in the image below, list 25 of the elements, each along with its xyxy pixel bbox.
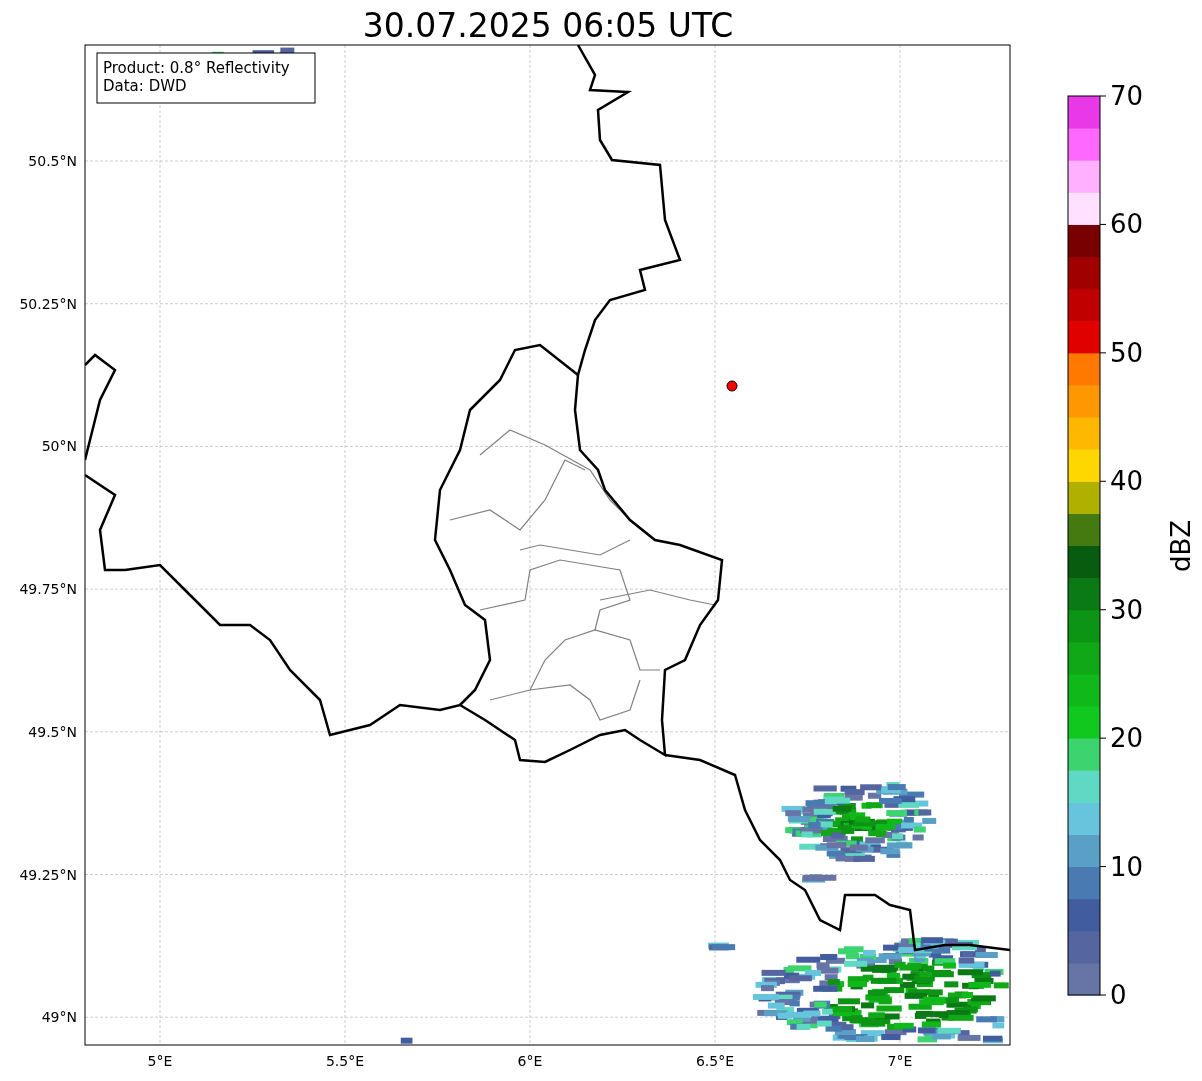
colorbar-tick-label: 0 (1110, 980, 1127, 1010)
colorbar-label: dBZ (1166, 519, 1196, 573)
colorbar-tick-label: 70 (1110, 81, 1144, 111)
axis-tick-label: 5.5°E (325, 1053, 365, 1069)
station-marker-icon (726, 380, 738, 392)
axis-tick-label: 50°N (41, 438, 77, 455)
legend-text: Data: DWD (103, 77, 187, 95)
axis-tick-label: 6°E (517, 1053, 543, 1069)
axis-tick-label: 7°E (887, 1053, 913, 1069)
axis-tick-label: 5°E (147, 1053, 173, 1069)
colorbar-tick-label: 30 (1110, 594, 1144, 625)
colorbar-tick-label: 50 (1110, 337, 1144, 368)
axis-tick-label: 49.5°N (28, 723, 77, 740)
colorbar-tick-label: 20 (1110, 723, 1144, 754)
axis-tick-label: 50.25°N (19, 295, 77, 312)
colorbar-tick-label: 40 (1110, 466, 1144, 497)
colorbar-tick-label: 10 (1110, 851, 1144, 882)
axis-tick-label: 49.25°N (19, 866, 77, 883)
axis-tick-label: 50.5°N (28, 153, 77, 169)
legend-text: Product: 0.8° Reflectivity (103, 59, 290, 77)
axis-tick-label: 6.5°E (695, 1053, 735, 1069)
axis-tick-label: 49.75°N (19, 581, 77, 598)
chart-title: 30.07.2025 06:05 UTC (362, 6, 734, 45)
colorbar-tick-label: 60 (1110, 209, 1144, 240)
axis-tick-label: 49°N (41, 1009, 77, 1026)
